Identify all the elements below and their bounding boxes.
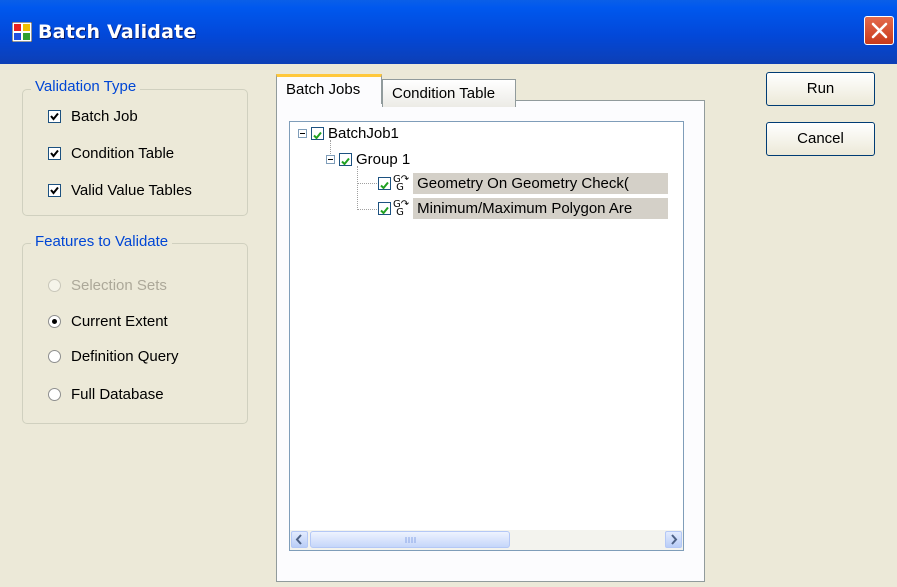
selection-sets-label: Selection Sets xyxy=(71,277,167,294)
scroll-thumb[interactable] xyxy=(310,531,510,548)
chevron-left-icon xyxy=(295,534,302,545)
run-button[interactable]: Run xyxy=(766,72,875,106)
scroll-right-button[interactable] xyxy=(665,531,682,548)
batch-validate-window: Batch Validate Validation Type Batch Job… xyxy=(0,0,897,587)
tree-checkbox[interactable] xyxy=(378,202,391,215)
current-extent-radio[interactable]: Current Extent xyxy=(48,313,168,330)
close-icon xyxy=(871,22,888,39)
chevron-right-icon xyxy=(671,534,678,545)
checkbox-box[interactable] xyxy=(48,184,61,197)
tree-node-check-2[interactable]: G↷ G Minimum/Maximum Polygon Are xyxy=(374,198,669,219)
current-extent-label: Current Extent xyxy=(71,313,168,330)
scroll-left-button[interactable] xyxy=(291,531,308,548)
condition-table-checkbox[interactable]: Condition Table xyxy=(48,145,174,162)
checkbox-box[interactable] xyxy=(48,147,61,160)
features-label: Features to Validate xyxy=(31,233,173,250)
checkmark-icon xyxy=(341,157,350,166)
horizontal-scrollbar[interactable] xyxy=(290,530,683,550)
checkmark-icon xyxy=(50,112,59,121)
tree-node-label: BatchJob1 xyxy=(328,125,399,142)
batch-job-checkbox[interactable]: Batch Job xyxy=(48,108,138,125)
radio-circle[interactable] xyxy=(48,350,61,363)
tab-batch-jobs[interactable]: Batch Jobs xyxy=(276,74,382,104)
valid-value-tables-checkbox[interactable]: Valid Value Tables xyxy=(48,182,192,199)
collapse-icon[interactable] xyxy=(326,155,335,164)
tree-node-label: Geometry On Geometry Check( xyxy=(413,173,669,194)
geometry-check-icon: G↷ G xyxy=(393,198,410,218)
tree-node-group1[interactable]: Group 1 xyxy=(326,151,410,168)
tab-condition-table[interactable]: Condition Table xyxy=(382,79,516,107)
tree-node-batchjob1[interactable]: BatchJob1 xyxy=(298,125,399,142)
validation-type-label: Validation Type xyxy=(31,78,141,95)
window-title: Batch Validate xyxy=(38,21,197,43)
checkmark-icon xyxy=(50,149,59,158)
geometry-check-icon: G↷ G xyxy=(393,173,410,193)
full-database-radio[interactable]: Full Database xyxy=(48,386,164,403)
selection-sets-radio[interactable]: Selection Sets xyxy=(48,277,167,294)
close-button[interactable] xyxy=(864,16,894,45)
batch-job-label: Batch Job xyxy=(71,108,138,125)
valid-value-tables-label: Valid Value Tables xyxy=(71,182,192,199)
tree-checkbox[interactable] xyxy=(339,153,352,166)
radio-circle[interactable] xyxy=(48,388,61,401)
tree-node-check-1[interactable]: G↷ G Geometry On Geometry Check( xyxy=(374,173,669,194)
cancel-button[interactable]: Cancel xyxy=(766,122,875,156)
full-database-label: Full Database xyxy=(71,386,164,403)
checkmark-icon xyxy=(50,186,59,195)
definition-query-radio[interactable]: Definition Query xyxy=(48,348,179,365)
tree-node-label: Minimum/Maximum Polygon Are xyxy=(413,198,669,219)
title-bar[interactable]: Batch Validate xyxy=(0,0,897,64)
collapse-icon[interactable] xyxy=(298,129,307,138)
checkmark-icon xyxy=(380,206,389,215)
checkbox-box[interactable] xyxy=(48,110,61,123)
tree-node-label: Group 1 xyxy=(356,151,411,168)
tree-checkbox[interactable] xyxy=(311,127,324,140)
checkmark-icon xyxy=(380,181,389,190)
tree-checkbox[interactable] xyxy=(378,177,391,190)
grip-icon xyxy=(405,537,416,543)
radio-circle[interactable] xyxy=(48,279,61,292)
condition-table-label: Condition Table xyxy=(71,145,175,162)
tree-connector xyxy=(357,166,358,210)
definition-query-label: Definition Query xyxy=(71,348,179,365)
app-icon xyxy=(12,22,32,42)
radio-circle[interactable] xyxy=(48,315,61,328)
checkmark-icon xyxy=(313,131,322,140)
